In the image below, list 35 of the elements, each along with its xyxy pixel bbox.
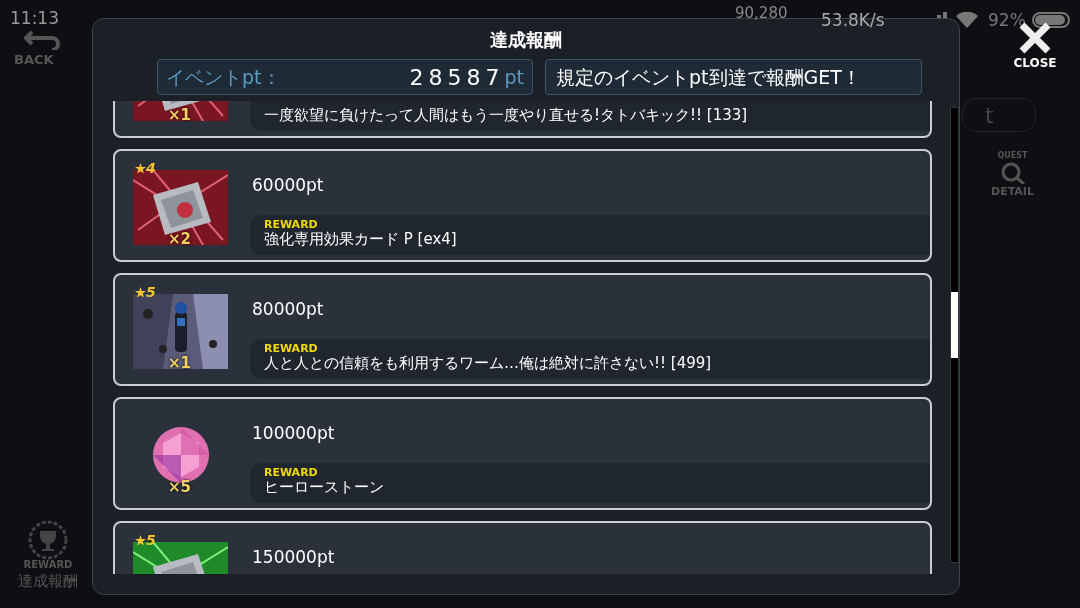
star-icon: [135, 162, 146, 174]
count-label: ×1: [168, 108, 191, 123]
reward-name: 一度欲望に負けたって人間はもう一度やり直せる!タトバキック!! [133]: [264, 106, 749, 125]
reward-menu-button[interactable]: REWARD 達成報酬: [8, 520, 88, 596]
rarity-label: 5: [146, 533, 156, 547]
status-time: 11:13: [10, 7, 59, 30]
rarity-label: 5: [146, 285, 156, 299]
reward-name: 強化専用効果カード P [ex4]: [264, 230, 458, 249]
dialog-title: 達成報酬: [490, 27, 562, 52]
count-label: ×5: [168, 480, 191, 495]
rarity-label: 4: [146, 161, 156, 175]
points-threshold: 100000pt: [251, 422, 336, 445]
quest-detail-button[interactable]: QUEST DETAIL: [985, 150, 1040, 210]
reward-tag: REWARD: [264, 219, 931, 231]
notice-text: 規定のイベントpt到達で報酬GET！: [545, 59, 922, 95]
points-threshold: 150000pt: [251, 546, 336, 569]
trophy-icon: [28, 520, 68, 560]
battery-icon: [1032, 12, 1072, 28]
back-button[interactable]: BACK: [14, 50, 54, 70]
reward-name: ヒーローストーン: [264, 478, 385, 497]
wifi-icon: [956, 12, 978, 28]
points-threshold: 60000pt: [251, 174, 325, 197]
search-icon: [1000, 162, 1025, 184]
currency-label: 90,280: [735, 3, 788, 24]
count-label: ×2: [168, 232, 191, 247]
star-icon: [135, 534, 146, 546]
count-label: ×1: [168, 356, 191, 371]
battery-percent: 92%: [988, 9, 1026, 32]
reward-tag: REWARD: [264, 343, 931, 355]
points-field: イベントpt： 28587 pt: [157, 59, 533, 95]
network-speed: 53.8K/s: [821, 9, 885, 32]
reward-tag: REWARD: [264, 467, 931, 479]
points-threshold: 80000pt: [251, 298, 325, 321]
reward-name: 人と人との信頼をも利用するワーム…俺は絶対に許さない!! [499]: [264, 354, 713, 373]
star-icon: [135, 286, 146, 298]
